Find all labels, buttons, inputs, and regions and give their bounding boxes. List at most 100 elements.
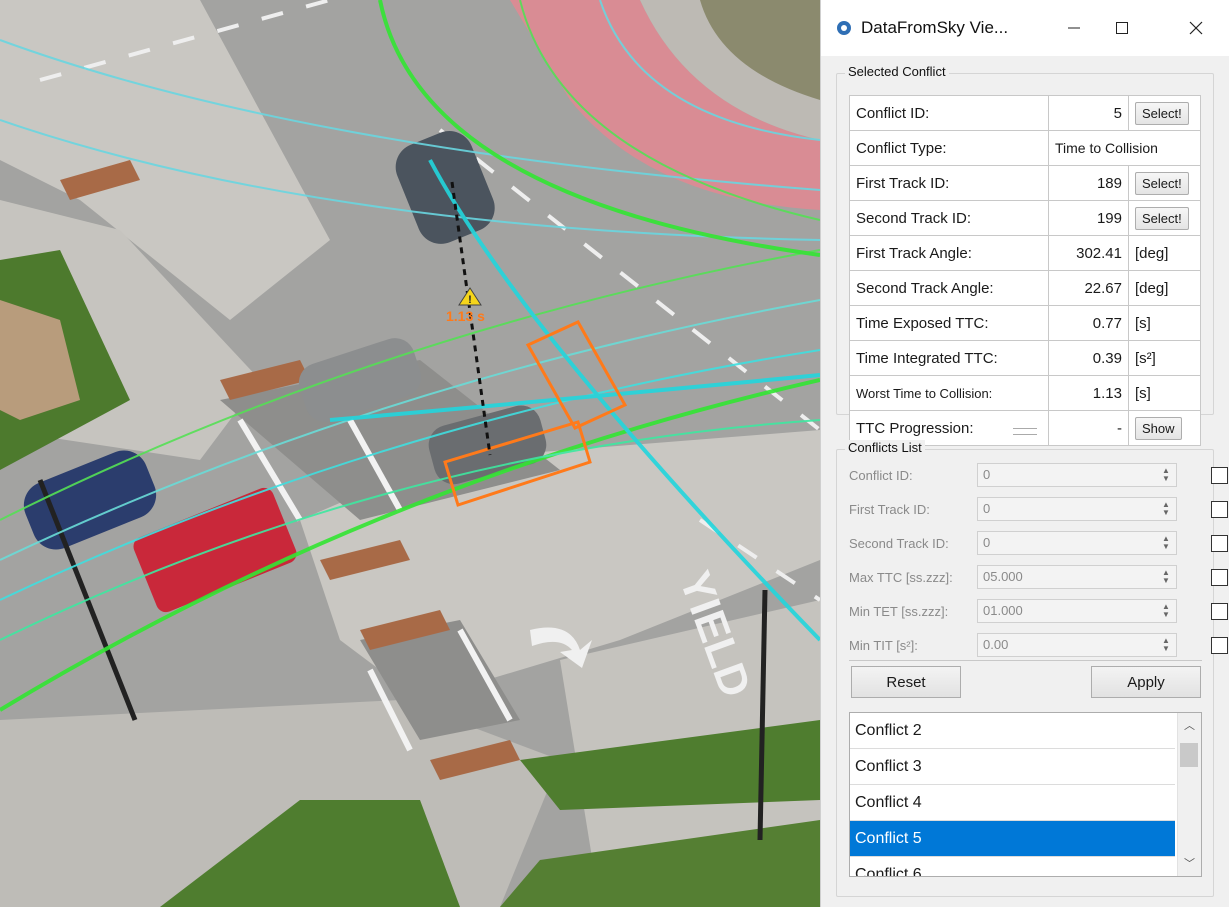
list-item[interactable]: Conflict 6 xyxy=(850,857,1175,876)
spinbox-value: 0 xyxy=(983,535,991,550)
video-view[interactable]: YIELD ! 1.13 s xyxy=(0,0,820,907)
reset-button[interactable]: Reset xyxy=(851,666,961,698)
spinbox-value: 0 xyxy=(983,467,991,482)
list-item[interactable]: Conflict 2 xyxy=(850,713,1175,749)
select-conflict-button[interactable]: Select! xyxy=(1135,101,1189,125)
second-track-id-value: 199 xyxy=(1048,200,1129,236)
conflict-id-value: 5 xyxy=(1048,95,1129,131)
maximize-icon xyxy=(1116,22,1128,34)
list-item-selected[interactable]: Conflict 5 xyxy=(850,821,1175,857)
filter-conflict-id: Conflict ID: 0 ▲ ▼ xyxy=(849,462,1228,488)
viewer-panel: DataFromSky Vie... Selected Conflict Con… xyxy=(820,0,1229,907)
row-label: First Track ID: xyxy=(849,165,1049,201)
filter-min-tit: Min TIT [s²]: 0.00 ▲ ▼ xyxy=(849,632,1228,658)
first-track-id-checkbox[interactable] xyxy=(1211,500,1228,518)
select-first-track-button[interactable]: Select! xyxy=(1135,171,1189,195)
max-ttc-spinbox[interactable]: 05.000 ▲ ▼ xyxy=(977,565,1177,589)
divider xyxy=(849,660,1202,661)
second-track-id-spinbox[interactable]: 0 ▲ ▼ xyxy=(977,531,1177,555)
unit-label: [s] xyxy=(1128,375,1201,411)
row-label: Conflict ID: xyxy=(849,95,1049,131)
intersection-scene: YIELD ! xyxy=(0,0,820,907)
unit-label: [deg] xyxy=(1128,270,1201,306)
row-time-exposed-ttc: Time Exposed TTC: 0.77 [s] xyxy=(849,305,1201,341)
spinbox-value: 0 xyxy=(983,501,991,516)
select-second-track-button[interactable]: Select! xyxy=(1135,206,1189,230)
spin-arrows-icon[interactable]: ▲ ▼ xyxy=(1160,467,1172,483)
conflicts-listbox[interactable]: Conflict 2 Conflict 3 Conflict 4 Conflic… xyxy=(849,712,1202,877)
close-icon xyxy=(1189,21,1203,35)
spinbox-value: 05.000 xyxy=(983,569,1023,584)
spin-arrows-icon[interactable]: ▲ ▼ xyxy=(1160,603,1172,619)
min-tet-checkbox[interactable] xyxy=(1211,602,1228,620)
apply-button[interactable]: Apply xyxy=(1091,666,1201,698)
row-label: Time Integrated TTC: xyxy=(849,340,1049,376)
row-second-track-id: Second Track ID: 199 Select! xyxy=(849,200,1201,236)
list-scrollbar[interactable]: ︿ ﹀ xyxy=(1177,713,1201,876)
second-track-angle-value: 22.67 xyxy=(1048,270,1129,306)
filter-label: Min TIT [s²]: xyxy=(849,637,918,653)
spin-arrows-icon[interactable]: ▲ ▼ xyxy=(1160,535,1172,551)
conflicts-list-title: Conflicts List xyxy=(845,440,925,455)
max-ttc-checkbox[interactable] xyxy=(1211,568,1228,586)
min-tet-spinbox[interactable]: 01.000 ▲ ▼ xyxy=(977,599,1177,623)
spinbox-value: 0.00 xyxy=(983,637,1009,652)
row-label: Worst Time to Collision: xyxy=(849,375,1049,411)
min-tit-spinbox[interactable]: 0.00 ▲ ▼ xyxy=(977,633,1177,657)
row-conflict-type: Conflict Type: Time to Collision xyxy=(849,130,1201,166)
filter-label: Max TTC [ss.zzz]: xyxy=(849,569,953,585)
row-label: Second Track Angle: xyxy=(849,270,1049,306)
row-first-track-angle: First Track Angle: 302.41 [deg] xyxy=(849,235,1201,271)
minimize-icon xyxy=(1068,27,1080,29)
conflict-id-spinbox[interactable]: 0 ▲ ▼ xyxy=(977,463,1177,487)
list-item[interactable]: Conflict 4 xyxy=(850,785,1175,821)
filter-first-track-id: First Track ID: 0 ▲ ▼ xyxy=(849,496,1228,522)
show-ttc-progression-button[interactable]: Show xyxy=(1135,416,1182,440)
row-time-integrated-ttc: Time Integrated TTC: 0.39 [s²] xyxy=(849,340,1201,376)
row-conflict-id: Conflict ID: 5 Select! xyxy=(849,95,1201,131)
first-track-angle-value: 302.41 xyxy=(1048,235,1129,271)
first-track-id-spinbox[interactable]: 0 ▲ ▼ xyxy=(977,497,1177,521)
time-exposed-ttc-value: 0.77 xyxy=(1048,305,1129,341)
unit-label: [s²] xyxy=(1128,340,1201,376)
scrollbar-thumb[interactable] xyxy=(1180,743,1198,767)
unit-label: [s] xyxy=(1128,305,1201,341)
maximize-button[interactable] xyxy=(1099,8,1145,48)
ttc-progression-value: - xyxy=(1048,410,1129,446)
scroll-down-icon[interactable]: ﹀ xyxy=(1178,855,1201,871)
filter-label: First Track ID: xyxy=(849,501,930,517)
conflict-type-value: Time to Collision xyxy=(1048,130,1201,166)
window-title: DataFromSky Vie... xyxy=(861,18,1009,37)
panel-splitter-handle[interactable] xyxy=(1013,428,1037,435)
row-first-track-id: First Track ID: 189 Select! xyxy=(849,165,1201,201)
time-integrated-ttc-value: 0.39 xyxy=(1048,340,1129,376)
spin-arrows-icon[interactable]: ▲ ▼ xyxy=(1160,501,1172,517)
unit-label: [deg] xyxy=(1128,235,1201,271)
conflict-details-table: Conflict ID: 5 Select! Conflict Type: Ti… xyxy=(849,95,1201,446)
row-label: First Track Angle: xyxy=(849,235,1049,271)
spin-arrows-icon[interactable]: ▲ ▼ xyxy=(1160,637,1172,653)
ttc-label: 1.13 s xyxy=(446,308,485,324)
minimize-button[interactable] xyxy=(1051,8,1097,48)
row-label: Second Track ID: xyxy=(849,200,1049,236)
svg-text:!: ! xyxy=(468,294,472,306)
title-bar: DataFromSky Vie... xyxy=(821,0,1229,56)
row-second-track-angle: Second Track Angle: 22.67 [deg] xyxy=(849,270,1201,306)
list-item[interactable]: Conflict 3 xyxy=(850,749,1175,785)
row-label: Conflict Type: xyxy=(849,130,1049,166)
conflict-id-checkbox[interactable] xyxy=(1211,466,1228,484)
close-button[interactable] xyxy=(1173,8,1219,48)
filter-label: Min TET [ss.zzz]: xyxy=(849,603,949,619)
first-track-id-value: 189 xyxy=(1048,165,1129,201)
row-worst-ttc: Worst Time to Collision: 1.13 [s] xyxy=(849,375,1201,411)
filter-second-track-id: Second Track ID: 0 ▲ ▼ xyxy=(849,530,1228,556)
filter-label: Second Track ID: xyxy=(849,535,949,551)
selected-conflict-title: Selected Conflict xyxy=(845,64,949,79)
scroll-up-icon[interactable]: ︿ xyxy=(1178,717,1201,733)
filter-max-ttc: Max TTC [ss.zzz]: 05.000 ▲ ▼ xyxy=(849,564,1228,590)
spin-arrows-icon[interactable]: ▲ ▼ xyxy=(1160,569,1172,585)
filter-label: Conflict ID: xyxy=(849,467,913,483)
min-tit-checkbox[interactable] xyxy=(1211,636,1228,654)
second-track-id-checkbox[interactable] xyxy=(1211,534,1228,552)
spinbox-value: 01.000 xyxy=(983,603,1023,618)
